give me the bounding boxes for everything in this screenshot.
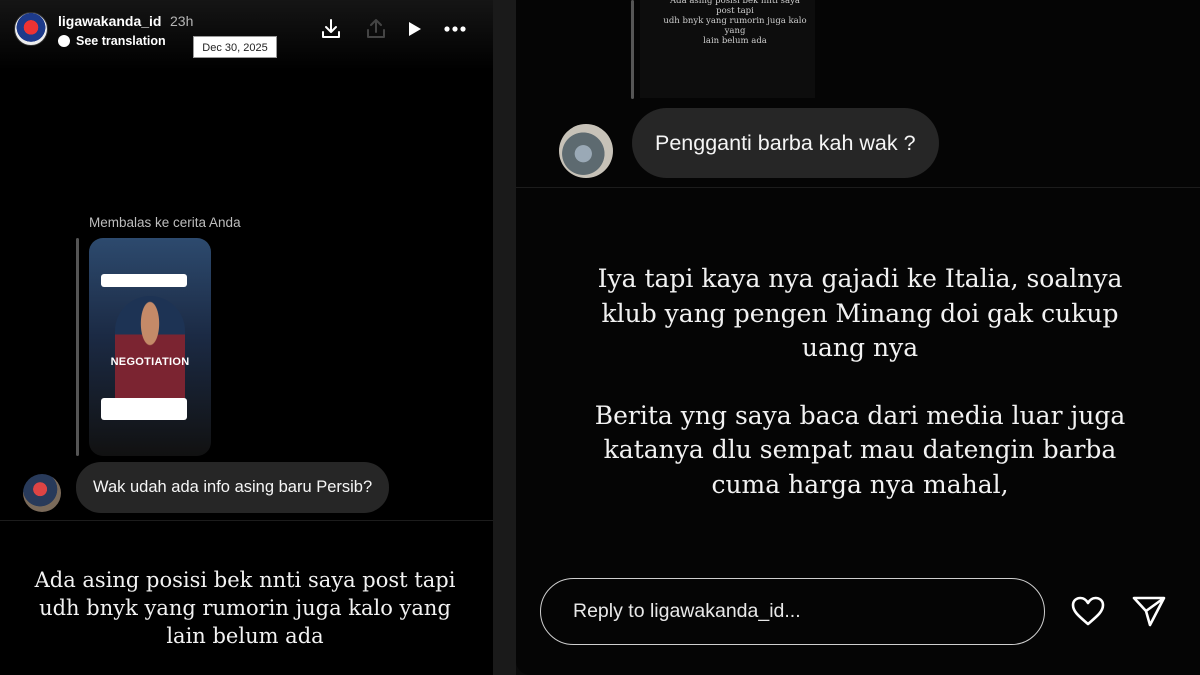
reply-paragraph: Iya tapi kaya nya gajadi ke Italia, soal… [560, 262, 1160, 366]
reply-line: katanya dlu sempat mau datengin barba [603, 435, 1117, 464]
thumbnail-headline: NEGOTIATION [110, 356, 190, 368]
send-icon [1132, 596, 1166, 627]
reply-context-caption: Membalas ke cerita Anda [89, 215, 241, 230]
viewer-message-bubble: Wak udah ada info asing baru Persib? [76, 462, 390, 513]
reply-input[interactable]: Reply to ligawakanda_id... [540, 578, 1045, 645]
translate-icon [58, 35, 70, 47]
see-translation-label: See translation [76, 34, 166, 48]
reply-quote-line [76, 238, 79, 456]
viewer-message-text: Wak udah ada info asing baru Persib? [93, 478, 373, 496]
download-button[interactable] [318, 16, 344, 42]
reply-paragraph: Berita yng saya baca dari media luar jug… [560, 399, 1160, 503]
thumbnail-caption-card [101, 398, 187, 420]
replied-story-thumbnail[interactable]: NEGOTIATION [89, 238, 211, 456]
play-button[interactable] [401, 16, 427, 42]
see-translation-link[interactable]: See translation [58, 34, 166, 48]
like-button[interactable] [1070, 593, 1106, 629]
story-username[interactable]: ligawakanda_id [58, 13, 161, 29]
reply-line: lain belum ada [166, 624, 324, 648]
divider [516, 187, 1200, 188]
share-story-icon [367, 19, 385, 38]
send-button[interactable] [1131, 593, 1167, 629]
account-avatar[interactable] [14, 12, 48, 46]
viewer-avatar[interactable] [23, 474, 61, 512]
viewer-avatar[interactable] [559, 124, 613, 178]
reply-line: cuma harga nya mahal, [711, 469, 1009, 499]
left-story-panel: ligawakanda_id 23h See translation Dec 3… [0, 0, 493, 675]
reply-line: uang nya [801, 333, 919, 362]
play-icon [409, 22, 421, 36]
divider [0, 520, 493, 521]
thumbnail-header-bar [101, 274, 187, 287]
quoted-line: Ada asing posisi bek nnti saya post tapi [670, 0, 800, 16]
quoted-story-text: Ada asing posisi bek nnti saya post tapi… [660, 0, 810, 46]
story-time-ago: 23h [170, 13, 194, 29]
story-reply-text: Ada asing posisi bek nnti saya post tapi… [20, 566, 470, 650]
panel-separator [493, 0, 516, 675]
more-icon [444, 26, 466, 32]
viewer-message-text: Pengganti barba kah wak ? [655, 130, 916, 155]
quoted-line: udh bnyk yang rumorin juga kalo yang [663, 16, 807, 36]
viewer-message-bubble: Pengganti barba kah wak ? [632, 108, 939, 178]
reply-line: Iya tapi kaya nya gajadi ke Italia, soal… [597, 264, 1123, 293]
more-options-button[interactable] [442, 16, 468, 42]
story-header: ligawakanda_id 23h See translation Dec 3… [0, 0, 493, 60]
quoted-line: lain belum ada [703, 36, 767, 46]
reply-line: Ada asing posisi bek nnti saya post tapi [34, 568, 456, 592]
reply-line: udh bnyk yang rumorin juga kalo yang [39, 596, 451, 620]
story-reply-text: Iya tapi kaya nya gajadi ke Italia, soal… [560, 262, 1160, 502]
reply-line: Berita yng saya baca dari media luar jug… [594, 400, 1126, 430]
reply-quote-line [631, 0, 634, 99]
heart-icon [1071, 596, 1105, 626]
reply-input-placeholder: Reply to ligawakanda_id... [573, 600, 801, 622]
download-icon [322, 19, 340, 38]
thumbnail-player-image [115, 296, 185, 406]
reply-line: klub yang pengen Minang doi gak cukup [601, 298, 1119, 328]
date-tooltip: Dec 30, 2025 [193, 36, 277, 58]
share-story-button[interactable] [363, 16, 389, 42]
